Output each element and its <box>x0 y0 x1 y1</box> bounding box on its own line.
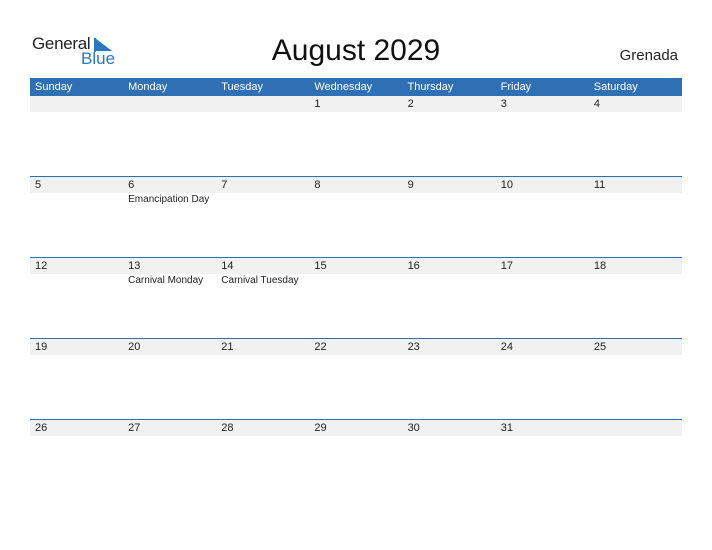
day-number: 11 <box>593 179 606 191</box>
day-cell: 17 <box>496 258 589 339</box>
day-number: 14 <box>221 260 234 272</box>
day-cell: 8 <box>309 177 402 258</box>
day-cell <box>123 96 216 177</box>
day-cell: 29 <box>309 420 402 501</box>
day-number: 7 <box>221 179 228 191</box>
day-cell: 26 <box>30 420 123 501</box>
day-cell: 3 <box>496 96 589 177</box>
day-cell <box>589 420 682 501</box>
day-number: 30 <box>407 422 420 434</box>
day-cell: 18 <box>589 258 682 339</box>
week-row: 26 27 28 29 30 31 <box>30 419 682 501</box>
day-cell: 4 <box>589 96 682 177</box>
day-number: 4 <box>593 98 600 110</box>
day-number: 27 <box>128 422 141 434</box>
day-number: 10 <box>500 179 513 191</box>
day-cell: 9 <box>403 177 496 258</box>
day-number: 2 <box>407 98 414 110</box>
day-cell: 22 <box>309 339 402 420</box>
day-number: 31 <box>500 422 513 434</box>
holiday-label: Carnival Tuesday <box>221 275 299 286</box>
day-cell: 31 <box>496 420 589 501</box>
day-cell: 25 <box>589 339 682 420</box>
day-number: 15 <box>314 260 327 272</box>
day-number: 17 <box>500 260 513 272</box>
day-cell: 6 Emancipation Day <box>123 177 216 258</box>
holiday-label: Carnival Monday <box>128 275 204 286</box>
day-number <box>594 420 682 436</box>
weekday-sunday: Sunday <box>35 81 73 93</box>
day-cell: 16 <box>403 258 496 339</box>
day-cell: 1 <box>309 96 402 177</box>
day-cell: 5 <box>30 177 123 258</box>
day-number: 26 <box>35 422 48 434</box>
weekday-tuesday: Tuesday <box>221 81 264 93</box>
country-name: Grenada <box>619 47 678 64</box>
day-number: 16 <box>407 260 420 272</box>
day-number: 13 <box>128 260 141 272</box>
day-number: 24 <box>500 341 513 353</box>
day-cell: 13 Carnival Monday <box>123 258 216 339</box>
day-number: 29 <box>314 422 327 434</box>
day-number: 19 <box>35 341 48 353</box>
day-cell: 23 <box>403 339 496 420</box>
day-number: 12 <box>35 260 48 272</box>
day-number: 25 <box>593 341 607 353</box>
day-cell <box>30 96 123 177</box>
day-number: 20 <box>128 341 141 353</box>
weekday-header: Sunday Monday Tuesday Wednesday Thursday… <box>30 78 682 96</box>
day-number: 28 <box>221 422 234 434</box>
weekday-wednesday: Wednesday <box>314 81 373 93</box>
weekday-thursday: Thursday <box>407 81 454 93</box>
calendar-title: August 2029 <box>271 34 441 67</box>
day-cell: 2 <box>403 96 496 177</box>
day-number: 6 <box>128 179 135 191</box>
day-cell: 24 <box>496 339 589 420</box>
day-number: 23 <box>407 341 420 353</box>
day-cell: 7 <box>216 177 309 258</box>
day-number: 8 <box>314 179 321 191</box>
day-number <box>35 96 123 112</box>
day-cell: 27 <box>123 420 216 501</box>
day-cell: 20 <box>123 339 216 420</box>
day-cell: 21 <box>216 339 309 420</box>
day-cell: 12 <box>30 258 123 339</box>
day-cell: 14 Carnival Tuesday <box>216 258 309 339</box>
week-row: 19 20 21 22 23 24 25 <box>30 338 682 420</box>
day-cell: 28 <box>216 420 309 501</box>
day-number: 9 <box>407 179 414 191</box>
day-cell: 19 <box>30 339 123 420</box>
weekday-monday: Monday <box>128 81 168 93</box>
day-cell: 11 <box>589 177 682 258</box>
holiday-label: Emancipation Day <box>128 194 210 205</box>
day-cell: 30 <box>403 420 496 501</box>
day-number <box>221 96 309 112</box>
week-row: 1 2 3 4 <box>30 96 682 177</box>
day-number: 5 <box>35 179 42 191</box>
day-number: 18 <box>593 260 607 272</box>
week-row: 12 13 Carnival Monday 14 Carnival Tuesday 15 1… <box>30 257 682 339</box>
day-number: 21 <box>221 341 234 353</box>
weekday-saturday: Saturday <box>593 81 638 93</box>
day-number: 1 <box>314 98 321 110</box>
day-cell <box>216 96 309 177</box>
day-number <box>128 96 216 112</box>
day-cell: 15 <box>309 258 402 339</box>
weekday-friday: Friday <box>500 81 532 93</box>
week-row: 5 6 Emancipation Day 7 8 9 10 11 <box>30 176 682 258</box>
day-number: 22 <box>314 341 327 353</box>
day-number: 3 <box>500 98 507 110</box>
day-cell: 10 <box>496 177 589 258</box>
